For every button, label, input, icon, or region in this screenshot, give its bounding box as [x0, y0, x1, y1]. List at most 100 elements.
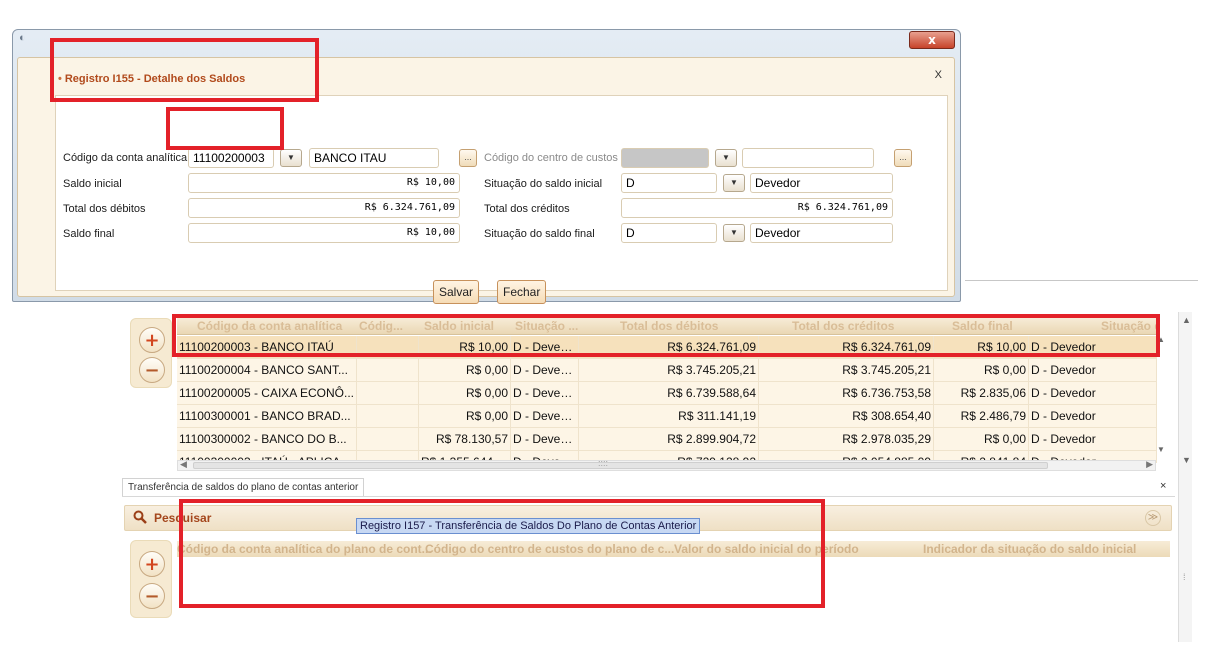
col-header-conta[interactable]: Código da conta analítica	[197, 319, 342, 333]
collapse-icon[interactable]: ≫	[1145, 510, 1161, 526]
cell-situacao: D - Deved...	[511, 336, 579, 358]
sit-final-dropdown-button[interactable]: ▼	[723, 224, 745, 242]
tab-transferencia[interactable]: Transferência de saldos do plano de cont…	[122, 478, 365, 496]
conta-name-input[interactable]: BANCO ITAU	[309, 148, 439, 168]
total-creditos-label: Total dos créditos	[484, 203, 570, 215]
add-button[interactable]: +	[139, 327, 165, 353]
add-button[interactable]: +	[139, 551, 165, 577]
total-creditos-input[interactable]: R$ 6.324.761,09	[621, 198, 893, 218]
close-button[interactable]: Fechar	[497, 280, 547, 304]
cell-centro	[357, 359, 419, 381]
sit-inicial-label: Situação do saldo inicial	[484, 178, 603, 190]
cell-total-creditos: R$ 308.654,40	[759, 405, 934, 427]
table-row[interactable]: 11100200003 - BANCO ITAÚ R$ 10,00 D - De…	[177, 336, 1157, 359]
col-header-centro-anterior[interactable]: Código do centro de custos do plano de c…	[425, 542, 674, 556]
sit-final-code-input[interactable]: D	[621, 223, 717, 243]
col-header-centro[interactable]: Códig...	[359, 319, 403, 333]
table-row[interactable]: 11100300002 - BANCO DO B... R$ 78.130,57…	[177, 428, 1157, 451]
scroll-down-icon[interactable]: ▼	[1157, 445, 1165, 454]
window-icon: ◐	[19, 32, 26, 44]
table-row[interactable]: 11100300001 - BANCO BRAD... R$ 0,00 D - …	[177, 405, 1157, 428]
cell-situacao-final: D - Devedor	[1029, 382, 1157, 404]
remove-button[interactable]: −	[139, 357, 165, 383]
col-header-saldo-inicial[interactable]: Saldo inicial	[424, 319, 494, 333]
centro-dropdown-button[interactable]: ▼	[715, 149, 737, 167]
scroll-up-icon[interactable]: ▲	[1182, 315, 1191, 325]
scroll-down-icon[interactable]: ▼	[1182, 455, 1191, 465]
centro-name-input[interactable]	[742, 148, 874, 168]
cell-saldo-inicial: R$ 78.130,57	[419, 428, 511, 450]
chevron-down-icon: ▼	[730, 228, 738, 237]
cell-saldo-inicial: R$ 10,00	[419, 336, 511, 358]
col-header-total-creditos[interactable]: Total dos créditos	[792, 319, 894, 333]
col-header-conta-anterior[interactable]: Código da conta analítica do plano de co…	[177, 542, 432, 556]
transferencia-table-header: Código da conta analítica do plano de co…	[177, 541, 1170, 557]
cell-total-creditos: R$ 6.736.753,58	[759, 382, 934, 404]
chevron-down-icon: ▼	[287, 153, 295, 162]
cell-situacao-final: D - Devedor	[1029, 359, 1157, 381]
cell-saldo-inicial: R$ 0,00	[419, 405, 511, 427]
scroll-grip-icon: ⁞	[1183, 572, 1186, 582]
cell-conta: 11100200005 - CAIXA ECONÔ...	[177, 382, 357, 404]
cell-conta: 11100300001 - BANCO BRAD...	[177, 405, 357, 427]
dialog-window: ◐ x • Registro I155 - Detalhe dos Saldos …	[12, 29, 961, 304]
cell-situacao-final: D - Devedor	[1029, 405, 1157, 427]
page-scrollbar[interactable]: ▲ ▼ ⁞	[1178, 312, 1192, 642]
cell-total-debitos: R$ 3.745.205,21	[579, 359, 759, 381]
cell-total-creditos: R$ 2.978.035,29	[759, 428, 934, 450]
col-header-saldo-final[interactable]: Saldo final	[952, 319, 1013, 333]
conta-code-input[interactable]: 11100200003	[188, 148, 274, 168]
centro-lookup-button[interactable]: ...	[894, 149, 912, 167]
sit-inicial-dropdown-button[interactable]: ▼	[723, 174, 745, 192]
conta-dropdown-button[interactable]: ▼	[280, 149, 302, 167]
col-header-indicador-situacao[interactable]: Indicador da situação do saldo inicial	[923, 542, 1136, 556]
sit-inicial-code-input[interactable]: D	[621, 173, 717, 193]
table-header: Código da conta analítica Códig... Saldo…	[177, 318, 1157, 335]
panel-title: • Registro I155 - Detalhe dos Saldos	[58, 73, 245, 85]
cell-total-debitos: R$ 311.141,19	[579, 405, 759, 427]
close-icon[interactable]: ×	[1160, 480, 1166, 492]
col-header-situacao-final[interactable]: Situação d	[1101, 319, 1157, 333]
table-horizontal-scrollbar[interactable]: ◀ :::: ▶	[177, 458, 1156, 471]
cell-conta: 11100200003 - BANCO ITAÚ	[177, 336, 357, 358]
remove-button[interactable]: −	[139, 583, 165, 609]
cell-saldo-final: R$ 10,00	[934, 336, 1029, 358]
scroll-up-icon[interactable]: ▲	[1157, 335, 1165, 344]
sit-final-label: Situação do saldo final	[484, 228, 595, 240]
panel-close-icon[interactable]: X	[935, 69, 942, 81]
cell-situacao-final: D - Devedor	[1029, 336, 1157, 358]
lower-action-column: + −	[130, 540, 172, 618]
cell-saldo-final: R$ 2.486,79	[934, 405, 1029, 427]
cell-saldo-final: R$ 0,00	[934, 359, 1029, 381]
col-header-valor-saldo[interactable]: Valor do saldo inicial do período	[674, 542, 859, 556]
centro-code-input[interactable]	[621, 148, 709, 168]
search-label[interactable]: Pesquisar	[154, 511, 211, 525]
cell-saldo-inicial: R$ 0,00	[419, 382, 511, 404]
cell-centro	[357, 428, 419, 450]
col-header-situacao[interactable]: Situação ...	[515, 319, 578, 333]
scroll-thumb[interactable]	[193, 462, 1048, 469]
bullet-icon: •	[58, 73, 62, 85]
table-row[interactable]: 11100200005 - CAIXA ECONÔ... R$ 0,00 D -…	[177, 382, 1157, 405]
sit-inicial-desc-input[interactable]: Devedor	[750, 173, 893, 193]
table-vertical-scrollbar[interactable]: ▲ ▼	[1157, 335, 1166, 460]
saldo-inicial-label: Saldo inicial	[63, 178, 122, 190]
cell-centro	[357, 336, 419, 358]
col-header-total-debitos[interactable]: Total dos débitos	[620, 319, 718, 333]
save-button[interactable]: Salvar	[433, 280, 480, 304]
scroll-left-icon[interactable]: ◀	[180, 459, 187, 470]
sit-final-desc-input[interactable]: Devedor	[750, 223, 893, 243]
cell-saldo-final: R$ 0,00	[934, 428, 1029, 450]
total-debitos-label: Total dos débitos	[63, 203, 146, 215]
cell-situacao: D - Deved...	[511, 359, 579, 381]
scroll-right-icon[interactable]: ▶	[1146, 459, 1153, 470]
table-row[interactable]: 11100200004 - BANCO SANT... R$ 0,00 D - …	[177, 359, 1157, 382]
saldo-final-input[interactable]: R$ 10,00	[188, 223, 460, 243]
conta-lookup-button[interactable]: ...	[459, 149, 477, 167]
saldo-inicial-input[interactable]: R$ 10,00	[188, 173, 460, 193]
window-close-button[interactable]: x	[909, 31, 955, 49]
cell-situacao: D - Deved...	[511, 405, 579, 427]
cell-conta: 11100300002 - BANCO DO B...	[177, 428, 357, 450]
total-debitos-input[interactable]: R$ 6.324.761,09	[188, 198, 460, 218]
cell-total-debitos: R$ 2.899.904,72	[579, 428, 759, 450]
